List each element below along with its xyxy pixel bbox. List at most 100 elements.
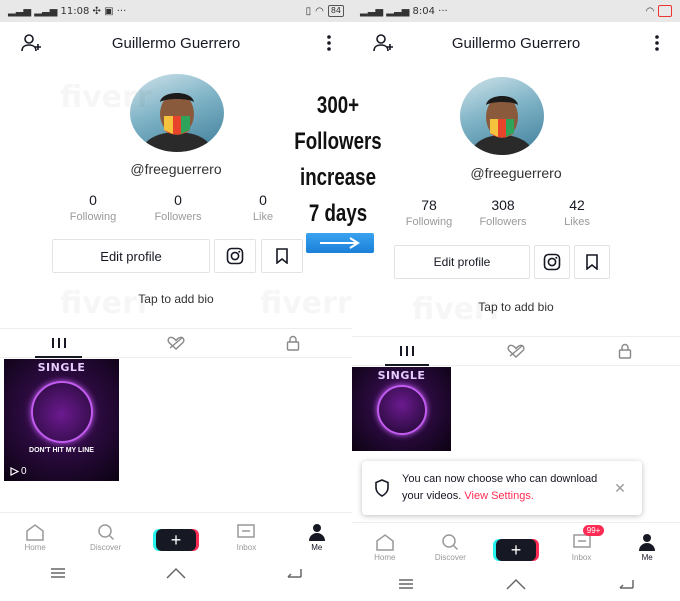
play-icon [10,467,19,476]
home-gesture-icon[interactable] [505,578,527,590]
instagram-button[interactable] [534,245,570,279]
signal-icon: ▂▃▅ ▂▃▅ [8,5,58,17]
tab-private[interactable] [235,329,352,357]
create-plus-icon: + [156,528,197,551]
fiverr-watermark: fiverr [260,286,352,321]
nav-create[interactable]: + [483,523,549,572]
nav-home[interactable]: Home [0,513,70,562]
lock-icon [619,343,632,359]
menu-icon[interactable] [397,578,415,590]
stat-followers[interactable]: 308 Followers [468,197,538,228]
inbox-badge: 99+ [582,525,605,536]
following-label: Following [405,216,453,228]
more-options-icon[interactable] [324,32,334,54]
content-tabs [0,328,352,358]
stat-following[interactable]: 78 Following [390,197,468,228]
tab-liked[interactable] [117,329,234,357]
download-settings-toast: You can now choose who can download your… [362,461,642,515]
page-title: Guillermo Guerrero [451,34,581,52]
back-icon[interactable] [285,567,303,579]
close-icon[interactable]: ✕ [610,480,630,497]
edit-profile-button[interactable]: Edit profile [394,245,530,279]
tab-videos[interactable] [352,337,461,366]
arrow-graphic [306,233,374,253]
bookmark-button[interactable] [261,239,303,273]
stats-row: 78 Following 308 Followers 42 Likes [390,197,616,228]
promo-line-2: increase [300,164,376,191]
bio-placeholder[interactable]: Tap to add bio [352,300,680,314]
stat-followers[interactable]: 0 Followers [138,192,218,223]
status-time: 8:04 [412,5,435,17]
status-time: ▂▃▅ ▂▃▅ 11:08 ✣ ▣ ··· [8,5,127,17]
nav-inbox[interactable]: 99+ Inbox [549,523,615,572]
nav-inbox[interactable]: Inbox [211,513,281,562]
instagram-button[interactable] [214,239,256,273]
likes-label: Likes [564,216,590,228]
followers-label: Followers [154,211,202,223]
promo-text: 300+ Followers increase 7 days [283,88,392,232]
wifi-icon: ◠ [645,5,655,17]
tab-liked[interactable] [461,337,570,365]
fiverr-watermark: fiverr [60,286,152,321]
bookmark-button[interactable] [574,245,610,279]
video-thumbnail[interactable]: SINGLE [352,367,451,451]
liked-hidden-icon [167,336,185,350]
system-navigation [352,567,680,601]
avatar[interactable] [460,77,544,155]
wifi-icon: ◠ [315,5,324,17]
shield-icon [375,479,389,497]
home-gesture-icon[interactable] [165,567,187,579]
thumbnail-single-label: SINGLE [377,369,426,382]
profile-icon [308,524,325,541]
nav-create[interactable]: + [141,513,211,562]
edit-profile-button[interactable]: Edit profile [52,239,210,273]
thumbnail-circle-graphic [376,385,427,435]
vibrate-icon: ▯ [305,5,312,17]
inbox-icon [237,524,256,538]
search-icon [442,534,459,551]
add-user-icon[interactable] [372,32,394,54]
status-bar: ▂▃▅ ▂▃▅ 8:04 ··· ◠ [352,0,680,22]
bottom-navigation: Home Discover + 99+ Inbox Me [352,522,680,572]
followers-count: 0 [174,192,182,208]
tab-videos[interactable] [0,329,117,358]
status-bar: ▂▃▅ ▂▃▅ 11:08 ✣ ▣ ··· ▯ ◠ 84 [0,0,352,22]
home-icon [376,534,394,551]
add-user-icon[interactable] [20,32,42,54]
back-icon[interactable] [617,578,635,590]
nav-me[interactable]: Me [282,513,352,562]
nav-discover[interactable]: Discover [70,513,140,562]
fiverr-watermark: fiverr [412,292,504,327]
content-tabs [352,336,680,366]
tab-private[interactable] [571,337,680,365]
profile-header: Guillermo Guerrero [0,26,352,60]
thumbnail-single-label: SINGLE [37,361,86,374]
promo-line-1: 300+ Followers [294,92,382,155]
lock-icon [287,335,300,351]
instagram-icon [543,253,561,271]
following-count: 78 [421,197,437,213]
more-options-icon[interactable] [652,32,662,54]
followers-label: Followers [479,216,527,228]
thumbnail-circle-graphic [30,381,93,443]
signal-icon: ▂▃▅ ▂▃▅ [360,5,410,17]
home-icon [26,524,44,541]
avatar-image [472,96,532,155]
grid-icon [399,346,414,356]
instagram-icon [226,247,244,265]
arrow-right-icon [320,237,360,249]
bottom-navigation: Home Discover + Inbox Me [0,512,352,562]
nav-me[interactable]: Me [614,523,680,572]
nav-home[interactable]: Home [352,523,418,572]
battery-icon: 84 [327,5,344,17]
system-navigation [0,556,352,590]
grid-icon [51,338,66,348]
menu-icon[interactable] [49,567,67,579]
stat-likes[interactable]: 42 Likes [538,197,616,228]
nav-discover[interactable]: Discover [418,523,484,572]
view-settings-link[interactable]: View Settings. [464,490,534,502]
video-thumbnail[interactable]: SINGLE DON'T HIT MY LINE 0 [4,359,119,481]
profile-header: Guillermo Guerrero [352,26,680,60]
stat-following[interactable]: 0 Following [48,192,138,223]
search-icon [97,524,114,541]
